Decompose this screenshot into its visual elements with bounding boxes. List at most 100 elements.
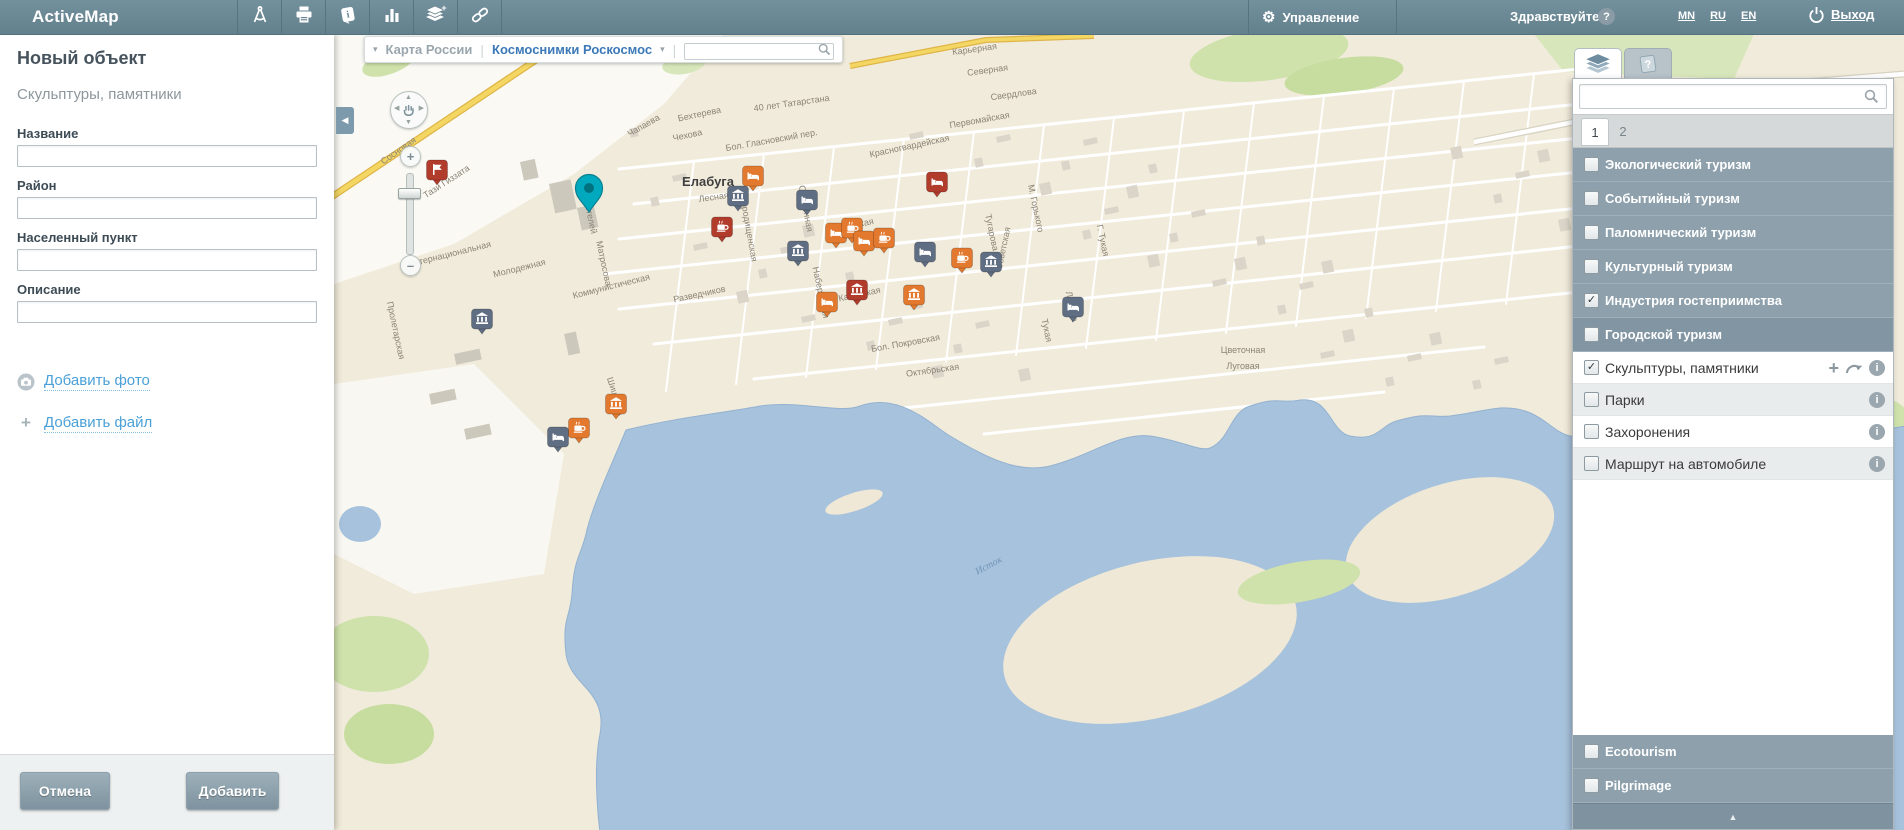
info-icon[interactable]: i [1869,456,1885,472]
layer-group-5[interactable]: Городской туризм [1573,318,1893,352]
print-icon [294,5,314,30]
layer-groups: Экологический туризмСобытийный туризмПал… [1573,148,1893,352]
info-icon[interactable]: i [1869,424,1885,440]
print-button[interactable] [282,0,326,34]
guide-icon: i [338,5,358,30]
add-file-button[interactable]: + Добавить файл [17,413,317,433]
layer-group-1[interactable]: Событийный туризм [1573,182,1893,216]
pan-left-icon: ◀ [394,105,399,112]
layer-checkbox[interactable] [1584,225,1599,240]
layer-checkbox[interactable] [1584,778,1599,793]
info-icon[interactable]: i [1869,392,1885,408]
layer-group-0[interactable]: Экологический туризм [1573,148,1893,182]
page-tab-1[interactable]: 1 [1581,118,1609,146]
management-label: Управление [1282,10,1359,25]
add-photo-button[interactable]: Добавить фото [17,372,317,391]
layers-panel-body: 1 2 Экологический туризмСобытийный туриз… [1572,78,1894,830]
street-label: Цветочная [1221,345,1266,355]
layer-item-3[interactable]: Маршрут на автомобилеi [1573,448,1893,480]
layer-checkbox[interactable] [1584,456,1599,471]
add-layer-icon: + [425,5,447,30]
topbar: ActiveMap i+ ⚙ Управление Здравствуйте ?… [0,0,1904,35]
district-field[interactable] [17,197,317,219]
map-search-input[interactable] [684,43,834,60]
power-icon [1808,6,1825,23]
layer-checkbox[interactable]: ✓ [1584,360,1599,375]
settlement-field[interactable] [17,249,317,271]
layer-groups-bottom: EcotourismPilgrimage [1573,735,1893,803]
management-button[interactable]: ⚙ Управление [1262,0,1359,34]
panel-empty-space [1573,480,1893,735]
toolbar-divider: | [673,42,677,58]
guide-button[interactable]: i [326,0,370,34]
add-photo-label: Добавить фото [44,372,150,391]
tab-layers[interactable] [1574,48,1622,79]
tab-legend[interactable]: ? [1624,48,1672,79]
help-button[interactable]: ? [1598,8,1615,25]
add-layer-button[interactable]: + [414,0,458,34]
name-field[interactable] [17,145,317,167]
layer-checkbox[interactable] [1584,157,1599,172]
logout-button[interactable]: Выход [1808,6,1874,23]
topbar-tools: i+ [237,0,502,34]
layer-item-2[interactable]: Захороненияi [1573,416,1893,448]
layer-group-4[interactable]: ✓ Индустрия гостеприимства [1573,284,1893,318]
page-tab-2[interactable]: 2 [1613,118,1633,144]
camera-icon [17,373,35,391]
sidebar-collapse-button[interactable]: ◀ [336,107,354,134]
layer-checkbox[interactable] [1584,327,1599,342]
layer-checkbox[interactable] [1584,744,1599,759]
curved-arrow-icon[interactable] [1845,361,1863,380]
panel-collapse-button[interactable]: ▲ [1573,803,1893,829]
new-object-panel: Новый объект Скульптуры, памятники Назва… [0,34,334,830]
zoom-out-button[interactable]: – [400,255,421,276]
layer-item-0[interactable]: ✓Скульптуры, памятники+i [1573,352,1893,384]
layer-group-bottom-1[interactable]: Pilgrimage [1573,769,1893,803]
layer-checkbox[interactable] [1584,259,1599,274]
info-icon[interactable]: i [1869,360,1885,376]
stats-button[interactable] [370,0,414,34]
layer-group-bottom-0[interactable]: Ecotourism [1573,735,1893,769]
zoom-slider-handle[interactable] [398,188,421,199]
measure-button[interactable] [237,0,282,34]
layer-search-input[interactable] [1579,84,1887,109]
activemap-app: { "colors":{"topbar_bg":"#6d8794","accen… [0,0,1904,830]
layer-checkbox[interactable] [1584,392,1599,407]
layer-checkbox[interactable] [1584,424,1599,439]
zoom-slider-track[interactable] [406,173,414,255]
stats-icon [382,5,402,30]
object-type-label: Скульптуры, памятники [17,86,317,103]
layer-checkbox[interactable] [1584,191,1599,206]
layer-group-2[interactable]: Паломнический туризм [1573,216,1893,250]
measure-icon [250,5,270,30]
active-layer-button[interactable]: Космоснимки Роскосмос [492,42,652,57]
hand-icon [400,101,418,119]
search-icon [818,43,831,56]
lang-ru-link[interactable]: RU [1710,10,1726,22]
base-layer-button[interactable]: Карта России [386,42,473,57]
layer-item-1[interactable]: Паркиi [1573,384,1893,416]
layer-group-3[interactable]: Культурный туризм [1573,250,1893,284]
pan-right-icon: ▶ [419,105,424,112]
submit-button[interactable]: Добавить [186,772,279,810]
group-label: Индустрия гостеприимства [1605,293,1782,308]
topbar-divider [1396,0,1397,34]
svg-text:+: + [441,5,446,13]
map-pan-control[interactable]: ▲ ▼ ◀ ▶ [390,91,428,129]
toolbar-divider: | [480,42,484,58]
description-field[interactable] [17,301,317,323]
zoom-in-button[interactable]: + [400,146,421,167]
lang-mn-link[interactable]: MN [1678,10,1695,22]
link-button[interactable] [458,0,502,34]
page-title: Новый объект [17,48,317,69]
layer-list: ✓Скульптуры, памятники+iПаркиiЗахоронени… [1573,352,1893,480]
legend-icon: ? [1636,53,1660,75]
name-field-label: Название [17,126,317,141]
chevron-down-icon: ▾ [660,44,665,55]
lang-en-link[interactable]: EN [1741,10,1756,22]
cancel-button[interactable]: Отмена [20,772,110,810]
pan-up-icon: ▲ [405,94,412,101]
layer-checkbox[interactable]: ✓ [1584,293,1599,308]
add-file-label: Добавить файл [44,414,152,433]
add-object-icon[interactable]: + [1828,360,1839,376]
